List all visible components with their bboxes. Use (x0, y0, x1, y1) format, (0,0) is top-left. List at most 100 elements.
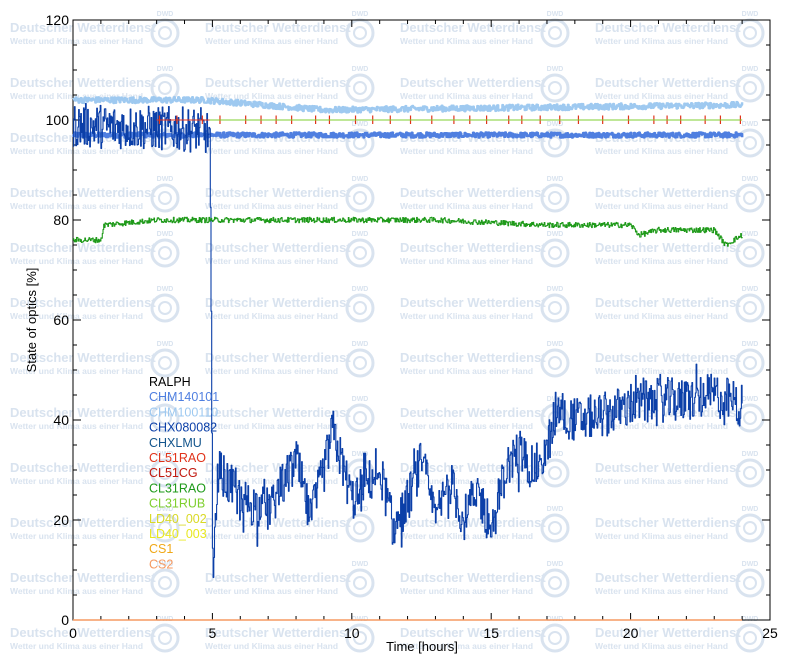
watermark-tile: DWDDeutscher WetterdienstWetter und Klim… (10, 11, 180, 48)
watermark-title: Deutscher Wetterdienst (10, 515, 156, 530)
watermark-logo-text: DWD (547, 506, 564, 513)
watermark-logo-text: DWD (157, 286, 174, 293)
dwd-logo-icon: DWD (150, 616, 180, 653)
watermark-title: Deutscher Wetterdienst (595, 570, 741, 585)
watermark-title: Deutscher Wetterdienst (10, 75, 156, 90)
watermark-subtitle: Wetter und Klima aus einer Hand (400, 201, 533, 211)
watermark-title: Deutscher Wetterdienst (595, 350, 741, 365)
dwd-logo-icon: DWD (345, 66, 375, 103)
watermark-title: Deutscher Wetterdienst (205, 350, 351, 365)
legend-label-chxlmu: CHXLMU (149, 436, 202, 450)
chart-canvas: DWDDeutscher WetterdienstWetter und Klim… (10, 11, 778, 654)
watermark-logo-text: DWD (157, 11, 174, 18)
watermark-tile: DWDDeutscher WetterdienstWetter und Klim… (10, 66, 180, 103)
watermark-subtitle: Wetter und Klima aus einer Hand (595, 256, 728, 266)
watermark-title: Deutscher Wetterdienst (400, 75, 546, 90)
watermark-tile: DWDDeutscher WetterdienstWetter und Klim… (400, 121, 570, 158)
watermark-logo-text: DWD (742, 231, 759, 238)
watermark-tile: DWDDeutscher WetterdienstWetter und Klim… (595, 506, 765, 543)
x-tick-label: 0 (69, 625, 77, 641)
dwd-logo-icon: DWD (345, 506, 375, 543)
dwd-logo-icon: DWD (345, 561, 375, 598)
watermark-logo-text: DWD (352, 11, 369, 18)
watermark-subtitle: Wetter und Klima aus einer Hand (595, 531, 728, 541)
watermark-subtitle: Wetter und Klima aus einer Hand (595, 311, 728, 321)
watermark-tile: DWDDeutscher WetterdienstWetter und Klim… (595, 451, 765, 488)
dwd-logo-icon: DWD (540, 561, 570, 598)
dwd-logo-icon: DWD (735, 11, 765, 48)
watermark-logo-text: DWD (352, 396, 369, 403)
watermark-tile: DWDDeutscher WetterdienstWetter und Klim… (400, 396, 570, 433)
x-tick-label: 5 (209, 625, 217, 641)
watermark-title: Deutscher Wetterdienst (205, 625, 351, 640)
watermark-title: Deutscher Wetterdienst (595, 185, 741, 200)
watermark-subtitle: Wetter und Klima aus einer Hand (10, 531, 143, 541)
watermark-subtitle: Wetter und Klima aus einer Hand (205, 531, 338, 541)
dwd-logo-icon: DWD (540, 11, 570, 48)
dwd-logo-icon: DWD (540, 616, 570, 653)
watermark-tile: DWDDeutscher WetterdienstWetter und Klim… (400, 231, 570, 268)
watermark-subtitle: Wetter und Klima aus einer Hand (400, 311, 533, 321)
dwd-logo-icon: DWD (150, 176, 180, 213)
dwd-logo-icon: DWD (345, 176, 375, 213)
watermark-logo-text: DWD (547, 11, 564, 18)
watermark-logo-text: DWD (742, 396, 759, 403)
watermark-title: Deutscher Wetterdienst (205, 515, 351, 530)
watermark-subtitle: Wetter und Klima aus einer Hand (205, 421, 338, 431)
watermark-logo-text: DWD (742, 176, 759, 183)
watermark-title: Deutscher Wetterdienst (205, 75, 351, 90)
y-tick-label: 120 (46, 12, 70, 28)
y-tick-label: 60 (53, 312, 69, 328)
watermark-subtitle: Wetter und Klima aus einer Hand (205, 256, 338, 266)
watermark-subtitle: Wetter und Klima aus einer Hand (10, 256, 143, 266)
watermark-subtitle: Wetter und Klima aus einer Hand (400, 421, 533, 431)
watermark-title: Deutscher Wetterdienst (10, 405, 156, 420)
legend-label-cs2: CS2 (149, 557, 173, 571)
dwd-logo-icon: DWD (540, 176, 570, 213)
watermark-tile: DWDDeutscher WetterdienstWetter und Klim… (400, 176, 570, 213)
dwd-logo-icon: DWD (735, 341, 765, 378)
watermark-tile: DWDDeutscher WetterdienstWetter und Klim… (595, 561, 765, 598)
watermark-subtitle: Wetter und Klima aus einer Hand (400, 531, 533, 541)
legend-label-ld40_002: LD40_002 (149, 512, 207, 526)
dwd-logo-icon: DWD (735, 451, 765, 488)
watermark-title: Deutscher Wetterdienst (400, 570, 546, 585)
legend-label-chm100110: CHM100110 (149, 405, 218, 419)
x-tick-label: 20 (623, 625, 639, 641)
dwd-logo-icon: DWD (540, 231, 570, 268)
dwd-logo-icon: DWD (150, 286, 180, 323)
watermark-logo-text: DWD (157, 66, 174, 73)
watermark-tile: DWDDeutscher WetterdienstWetter und Klim… (595, 231, 765, 268)
watermark-tile: DWDDeutscher WetterdienstWetter und Klim… (205, 286, 375, 323)
watermark-logo-text: DWD (157, 176, 174, 183)
watermark-logo-text: DWD (547, 286, 564, 293)
watermark-title: Deutscher Wetterdienst (10, 185, 156, 200)
legend-label-chx080082: CHX080082 (149, 421, 217, 435)
legend-label-cl31rao: CL31RAO (149, 481, 206, 495)
dwd-logo-icon: DWD (150, 11, 180, 48)
dwd-logo-icon: DWD (735, 176, 765, 213)
dwd-logo-icon: DWD (345, 11, 375, 48)
watermark-subtitle: Wetter und Klima aus einer Hand (10, 476, 143, 486)
watermark-logo-text: DWD (157, 341, 174, 348)
watermark-title: Deutscher Wetterdienst (595, 240, 741, 255)
watermark-logo-text: DWD (547, 176, 564, 183)
dwd-logo-icon: DWD (735, 616, 765, 653)
y-tick-label: 0 (61, 612, 69, 628)
watermark-logo-text: DWD (742, 11, 759, 18)
watermark-logo-text: DWD (352, 66, 369, 73)
dwd-logo-icon: DWD (540, 286, 570, 323)
x-tick-label: 10 (344, 625, 360, 641)
watermark-title: Deutscher Wetterdienst (595, 295, 741, 310)
watermark-tile: DWDDeutscher WetterdienstWetter und Klim… (595, 66, 765, 103)
watermark-subtitle: Wetter und Klima aus einer Hand (10, 421, 143, 431)
legend-label-chm140101: CHM140101 (149, 390, 219, 404)
watermark-subtitle: Wetter und Klima aus einer Hand (205, 641, 338, 651)
watermark-title: Deutscher Wetterdienst (400, 240, 546, 255)
dwd-logo-icon: DWD (735, 506, 765, 543)
dwd-logo-icon: DWD (345, 121, 375, 158)
watermark-logo-text: DWD (742, 66, 759, 73)
watermark-logo-text: DWD (352, 176, 369, 183)
watermark-title: Deutscher Wetterdienst (400, 405, 546, 420)
dwd-logo-icon: DWD (150, 231, 180, 268)
